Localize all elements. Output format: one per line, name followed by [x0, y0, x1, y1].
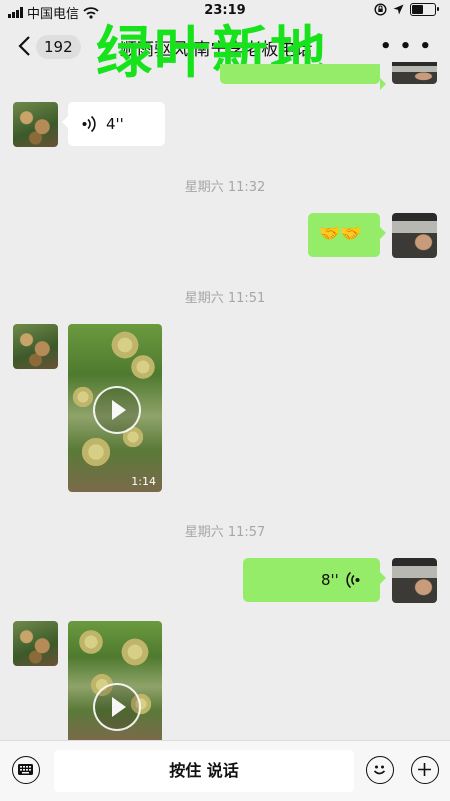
- plus-icon: [418, 763, 431, 776]
- self-avatar[interactable]: [392, 558, 437, 603]
- rotation-lock-icon: [374, 3, 387, 16]
- hold-to-talk-button[interactable]: 按住 说话: [54, 750, 354, 792]
- incoming-video-message[interactable]: 1:14: [68, 324, 162, 492]
- contact-avatar[interactable]: [13, 102, 58, 147]
- input-bar: 按住 说话: [0, 740, 450, 801]
- video-duration: 1:14: [131, 475, 156, 488]
- incoming-voice-message[interactable]: 4'': [62, 102, 165, 146]
- more-functions-button[interactable]: [411, 756, 439, 784]
- handshake-emoji: 🤝🤝: [319, 224, 362, 244]
- play-icon[interactable]: [93, 683, 141, 731]
- self-avatar[interactable]: [392, 213, 437, 258]
- timestamp: 星期六 11:32: [184, 180, 266, 195]
- keyboard-toggle-button[interactable]: [12, 756, 40, 784]
- back-arrow-icon[interactable]: [14, 34, 38, 58]
- self-avatar[interactable]: [392, 62, 437, 84]
- voice-duration: 4'': [106, 115, 124, 133]
- more-options-icon[interactable]: • • •: [380, 36, 432, 57]
- unread-count-badge[interactable]: 192: [36, 35, 81, 59]
- outgoing-emoji-message[interactable]: 🤝🤝: [308, 213, 386, 257]
- contact-avatar[interactable]: [13, 621, 58, 666]
- location-icon: [393, 4, 404, 15]
- voice-wave-icon: [82, 115, 96, 133]
- incoming-video-message[interactable]: [68, 621, 162, 740]
- outgoing-voice-message[interactable]: 8'': [243, 558, 386, 602]
- voice-duration: 8'': [321, 571, 339, 589]
- contact-avatar[interactable]: [13, 324, 58, 369]
- emoji-button[interactable]: [366, 756, 394, 784]
- play-icon[interactable]: [93, 386, 141, 434]
- outgoing-bubble-partial[interactable]: [220, 64, 386, 90]
- timestamp: 星期六 11:51: [184, 291, 266, 306]
- voice-wave-icon: [346, 571, 360, 589]
- timestamp: 星期六 11:57: [184, 525, 266, 540]
- battery-icon: [410, 3, 439, 16]
- keyboard-icon: [18, 764, 33, 775]
- smiley-icon: [373, 765, 386, 775]
